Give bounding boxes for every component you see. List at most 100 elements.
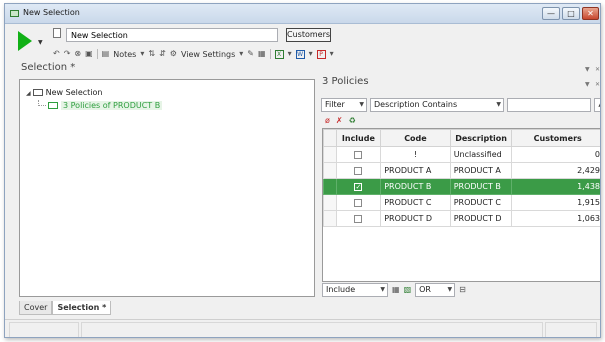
include-checkbox[interactable]: [354, 150, 363, 159]
cut-icon[interactable]: ⊗: [74, 49, 81, 59]
row-indicator: [323, 210, 337, 227]
selection-node-icon: [32, 89, 43, 96]
view-settings-icon[interactable]: ⚙: [170, 49, 177, 59]
export-excel-dropdown-icon[interactable]: ▾: [288, 49, 292, 59]
customers-cell: 2,429: [511, 162, 600, 179]
selection-panel-title: Selection *: [21, 62, 76, 73]
apply-filter-icon[interactable]: ø: [325, 116, 330, 125]
include-cell[interactable]: [335, 194, 382, 211]
operator-label: OR: [419, 285, 431, 294]
selection-tree: ◢ New Selection 3 Policies of PRODUCT B: [19, 79, 315, 297]
export-pdf-dropdown-icon[interactable]: ▾: [330, 49, 334, 59]
view-settings-button[interactable]: View Settings: [181, 50, 235, 59]
column-header-description[interactable]: Description: [449, 129, 513, 147]
table-row[interactable]: PRODUCT D PRODUCT D 1,063: [323, 210, 600, 227]
calculator-icon[interactable]: ▦: [392, 285, 400, 295]
include-mode-dropdown[interactable]: Include ▼: [322, 283, 388, 297]
tag-icon[interactable]: ✎: [247, 49, 254, 59]
status-cell: [9, 322, 79, 337]
row-indicator: [323, 178, 337, 195]
include-cell[interactable]: [335, 210, 382, 227]
panel-close-icon[interactable]: ✕: [595, 66, 600, 73]
tree-node-label: 3 Policies of PRODUCT B: [61, 101, 163, 110]
status-cell: [545, 322, 597, 337]
document-icon: [53, 28, 61, 38]
include-checkbox[interactable]: [354, 214, 363, 223]
policies-panel-title: 3 Policies: [322, 76, 369, 87]
operator-dropdown[interactable]: OR ▼: [415, 283, 456, 297]
tab-selection[interactable]: Selection *: [52, 301, 112, 315]
status-cell: [81, 322, 543, 337]
include-cell[interactable]: [335, 178, 382, 195]
filter-value-input[interactable]: [507, 98, 591, 112]
filter-mode-dropdown[interactable]: Description Contains ▼: [370, 98, 504, 112]
notes-icon[interactable]: ▤: [102, 49, 110, 59]
minimize-button[interactable]: —: [542, 7, 560, 20]
row-indicator: [323, 146, 337, 163]
table-row[interactable]: ! Unclassified 0: [323, 146, 600, 163]
row-indicator: [323, 162, 337, 179]
export-pdf-icon[interactable]: P: [316, 49, 326, 59]
status-bar: [5, 319, 600, 337]
redo-icon[interactable]: ↷: [64, 49, 71, 59]
export-excel-icon[interactable]: X: [274, 49, 284, 59]
policies-grid: Include Code Description Customers ! Unc…: [322, 128, 600, 282]
filter-bar: Filter ▼ Description Contains ▼ ▲: [321, 98, 600, 112]
include-checkbox[interactable]: [354, 198, 363, 207]
tree-node-root[interactable]: ◢ New Selection: [26, 88, 102, 97]
customers-cell: 1,915: [511, 194, 600, 211]
view-settings-dropdown-icon[interactable]: ▾: [239, 49, 243, 59]
include-checkbox[interactable]: [354, 166, 363, 175]
column-header-customers[interactable]: Customers: [511, 129, 600, 147]
refresh-filter-icon[interactable]: ♻: [349, 116, 356, 125]
row-indicator-header: [323, 129, 337, 147]
collapse-icon[interactable]: ◢: [26, 90, 31, 97]
grid-icon[interactable]: ▦: [258, 49, 266, 59]
customers-button[interactable]: Customers: [286, 28, 331, 42]
sort-ascending-icon[interactable]: ⇅: [148, 49, 155, 59]
include-mode-label: Include: [326, 285, 356, 294]
notes-button[interactable]: Notes: [113, 50, 136, 59]
include-checkbox-checked[interactable]: [354, 182, 363, 191]
run-icon[interactable]: [18, 31, 32, 51]
table-row[interactable]: PRODUCT A PRODUCT A 2,429: [323, 162, 600, 179]
panel-close-icon[interactable]: ✕: [595, 81, 600, 88]
selection-name-input[interactable]: [66, 28, 278, 42]
filter-dropdown-label: Filter: [325, 100, 345, 109]
maximize-button[interactable]: □: [562, 7, 580, 20]
policies-table: Include Code Description Customers ! Unc…: [323, 129, 600, 227]
customers-cell: 0: [511, 146, 600, 163]
table-row[interactable]: PRODUCT C PRODUCT C 1,915: [323, 194, 600, 211]
filter-clear-button[interactable]: ▲: [594, 98, 600, 112]
code-cell: PRODUCT A: [380, 162, 451, 179]
collapse-all-icon[interactable]: ⊟: [459, 285, 466, 295]
description-cell: PRODUCT C: [449, 194, 513, 211]
close-button[interactable]: ✕: [582, 7, 599, 20]
table-icon[interactable]: ▧: [404, 285, 412, 295]
code-cell: PRODUCT C: [380, 194, 451, 211]
include-cell[interactable]: [335, 146, 382, 163]
table-header-row: Include Code Description Customers: [323, 129, 600, 147]
pin-icon[interactable]: ▼: [585, 81, 590, 88]
notes-dropdown-icon[interactable]: ▾: [140, 49, 144, 59]
sort-descending-icon[interactable]: ⇵: [159, 49, 166, 59]
description-cell: PRODUCT A: [449, 162, 513, 179]
tree-connector: [38, 100, 46, 106]
tab-cover[interactable]: Cover: [19, 301, 53, 315]
column-header-code[interactable]: Code: [380, 129, 451, 147]
run-dropdown-icon[interactable]: ▼: [38, 39, 43, 46]
column-header-include[interactable]: Include: [335, 129, 382, 147]
pin-icon[interactable]: ▼: [585, 66, 590, 73]
chevron-down-icon: ▼: [496, 101, 501, 108]
title-bar: New Selection — □ ✕: [5, 4, 600, 24]
undo-icon[interactable]: ↶: [53, 49, 60, 59]
save-icon[interactable]: ▣: [85, 49, 93, 59]
include-cell[interactable]: [335, 162, 382, 179]
grid-footer: Include ▼ ▦ ▧ OR ▼ ⊟: [322, 283, 466, 297]
export-word-icon[interactable]: W: [295, 49, 305, 59]
filter-dropdown[interactable]: Filter ▼: [321, 98, 367, 112]
table-row-selected[interactable]: PRODUCT B PRODUCT B 1,438: [323, 178, 600, 195]
tree-node-child[interactable]: 3 Policies of PRODUCT B: [38, 100, 163, 110]
export-word-dropdown-icon[interactable]: ▾: [309, 49, 313, 59]
remove-filter-icon[interactable]: ✗: [336, 116, 343, 125]
